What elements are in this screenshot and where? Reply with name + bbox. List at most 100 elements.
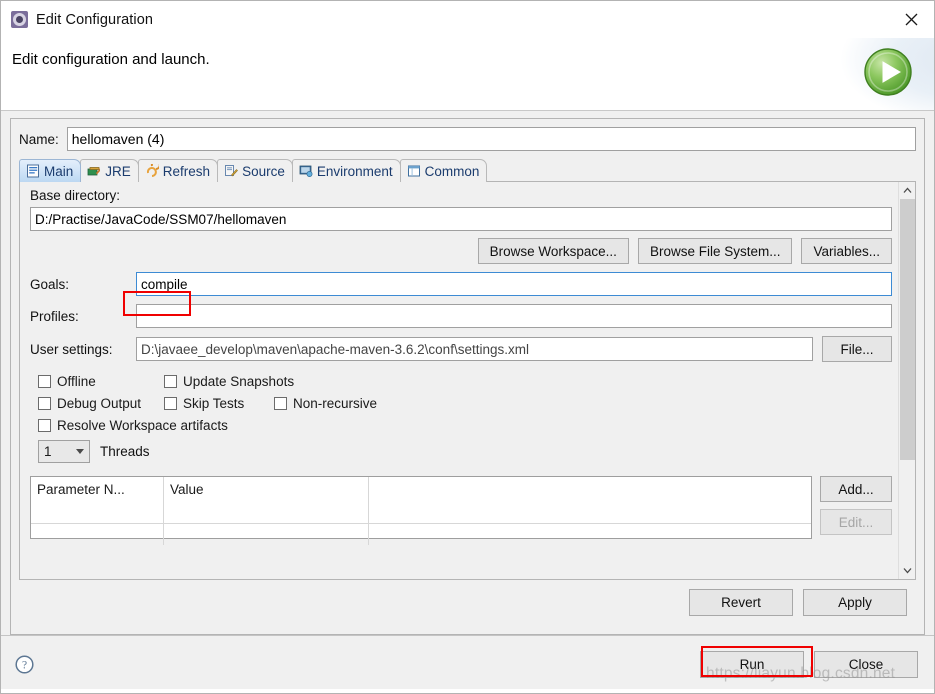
checkbox-resolve-workspace-artifacts-box[interactable] [38,419,51,432]
column-header-extra[interactable] [369,477,811,501]
run-play-icon [864,48,912,96]
tab-common-label: Common [424,163,480,179]
threads-select[interactable]: 1 [38,440,90,463]
edit-configuration-dialog: Edit Configuration Edit configuration an… [0,0,935,694]
close-button[interactable]: Close [814,651,918,678]
dialog-footer: ? Run Close [1,635,934,693]
table-row[interactable] [31,501,811,523]
tab-main[interactable]: Main [19,159,82,182]
refresh-arrows-icon [146,164,159,177]
table-cell [164,524,369,545]
table-cell [369,501,811,523]
bottom-edge-strip [1,689,934,693]
title-bar: Edit Configuration [1,1,934,38]
jre-books-icon [87,167,101,176]
maven-config-icon [11,11,28,28]
svg-text:?: ? [22,660,27,672]
browse-button-row: Browse Workspace... Browse File System..… [30,238,892,264]
checkbox-skip-tests[interactable]: Skip Tests [164,396,274,411]
name-label: Name: [19,131,59,147]
checkbox-resolve-workspace-artifacts-label: Resolve Workspace artifacts [57,418,228,433]
run-button[interactable]: Run [700,651,804,678]
checkbox-line-1: Offline Update Snapshots [38,374,892,389]
tab-refresh[interactable]: Refresh [137,159,219,182]
checkbox-debug-output-box[interactable] [38,397,51,410]
checkbox-line-2: Debug Output Skip Tests Non-recursive [38,396,892,411]
configuration-panel: Name: Main [10,118,925,635]
checkbox-debug-output[interactable]: Debug Output [38,396,164,411]
vertical-scrollbar[interactable] [898,182,915,579]
common-window-icon [407,165,420,177]
browse-file-system-button[interactable]: Browse File System... [637,238,793,264]
base-directory-input[interactable] [30,207,892,231]
checkbox-skip-tests-label: Skip Tests [183,396,245,411]
tab-common[interactable]: Common [399,159,488,182]
variables-button[interactable]: Variables... [801,238,892,264]
profiles-input[interactable] [136,304,892,328]
tab-jre[interactable]: JRE [80,159,139,182]
threads-label: Threads [100,444,150,459]
checkbox-update-snapshots-label: Update Snapshots [183,374,295,389]
table-cell [164,501,369,523]
name-input[interactable] [66,127,916,151]
checkbox-offline[interactable]: Offline [38,374,164,389]
apply-button[interactable]: Apply [803,589,907,616]
tab-source[interactable]: Source [217,159,293,182]
goals-label: Goals: [30,276,70,292]
apply-bar: Revert Apply [19,580,916,626]
checkbox-update-snapshots[interactable]: Update Snapshots [164,374,294,389]
help-question-icon[interactable]: ? [15,655,34,674]
footer-button-group: Run Close [700,651,918,678]
tab-refresh-label: Refresh [162,163,211,179]
checkbox-update-snapshots-box[interactable] [164,375,177,388]
chevron-up-icon[interactable] [899,182,916,199]
scrollbar-thumb[interactable] [899,199,915,461]
goals-row: Goals: [30,272,892,296]
tab-source-label: Source [242,163,285,179]
profiles-label: Profiles: [30,308,79,324]
window-title: Edit Configuration [36,11,154,28]
table-cell [31,501,164,523]
checkbox-non-recursive-box[interactable] [274,397,287,410]
checkbox-resolve-workspace-artifacts[interactable]: Resolve Workspace artifacts [38,418,228,433]
tab-environment[interactable]: Environment [291,159,401,182]
checkbox-skip-tests-box[interactable] [164,397,177,410]
checkbox-debug-output-label: Debug Output [57,396,142,411]
table-row[interactable] [31,523,811,545]
table-cell [31,524,164,545]
user-settings-row: User settings: File... [30,336,892,362]
tab-content-wrapper: Base directory: Browse Workspace... Brow… [19,181,916,580]
revert-button[interactable]: Revert [689,589,793,616]
checkbox-offline-box[interactable] [38,375,51,388]
checkbox-non-recursive[interactable]: Non-recursive [274,396,377,411]
profiles-row: Profiles: [30,304,892,328]
chevron-down-icon [76,449,84,454]
column-header-value[interactable]: Value [164,477,369,501]
user-settings-input[interactable] [136,337,813,361]
user-settings-file-button[interactable]: File... [822,336,892,362]
checkbox-offline-label: Offline [57,374,96,389]
parameters-table-header: Parameter N... Value [31,477,811,501]
parameters-area: Parameter N... Value Add... Edit... [30,476,892,545]
checkbox-non-recursive-label: Non-recursive [293,396,378,411]
parameters-table[interactable]: Parameter N... Value [30,476,812,545]
base-directory-label: Base directory: [30,188,121,203]
header-description: Edit configuration and launch. [12,51,210,68]
edit-parameter-button: Edit... [820,509,892,535]
checkbox-line-3: Resolve Workspace artifacts [38,418,892,433]
scrollbar-track[interactable] [899,199,916,562]
close-icon[interactable] [888,1,934,37]
header-banner-area: Edit configuration and launch. [1,38,934,111]
add-parameter-button[interactable]: Add... [820,476,892,502]
parameters-table-rows [31,501,811,545]
source-pencil-icon [225,165,238,177]
goals-input[interactable] [136,272,892,296]
main-form-icon [27,164,39,178]
tab-bar: Main JRE Refresh Source Environment Comm… [19,158,916,182]
browse-workspace-button[interactable]: Browse Workspace... [477,238,629,264]
table-cell [369,524,811,545]
chevron-down-icon[interactable] [899,562,916,579]
threads-row: 1 Threads [30,440,892,463]
column-header-parameter-name[interactable]: Parameter N... [31,477,164,501]
threads-select-value: 1 [44,444,52,459]
